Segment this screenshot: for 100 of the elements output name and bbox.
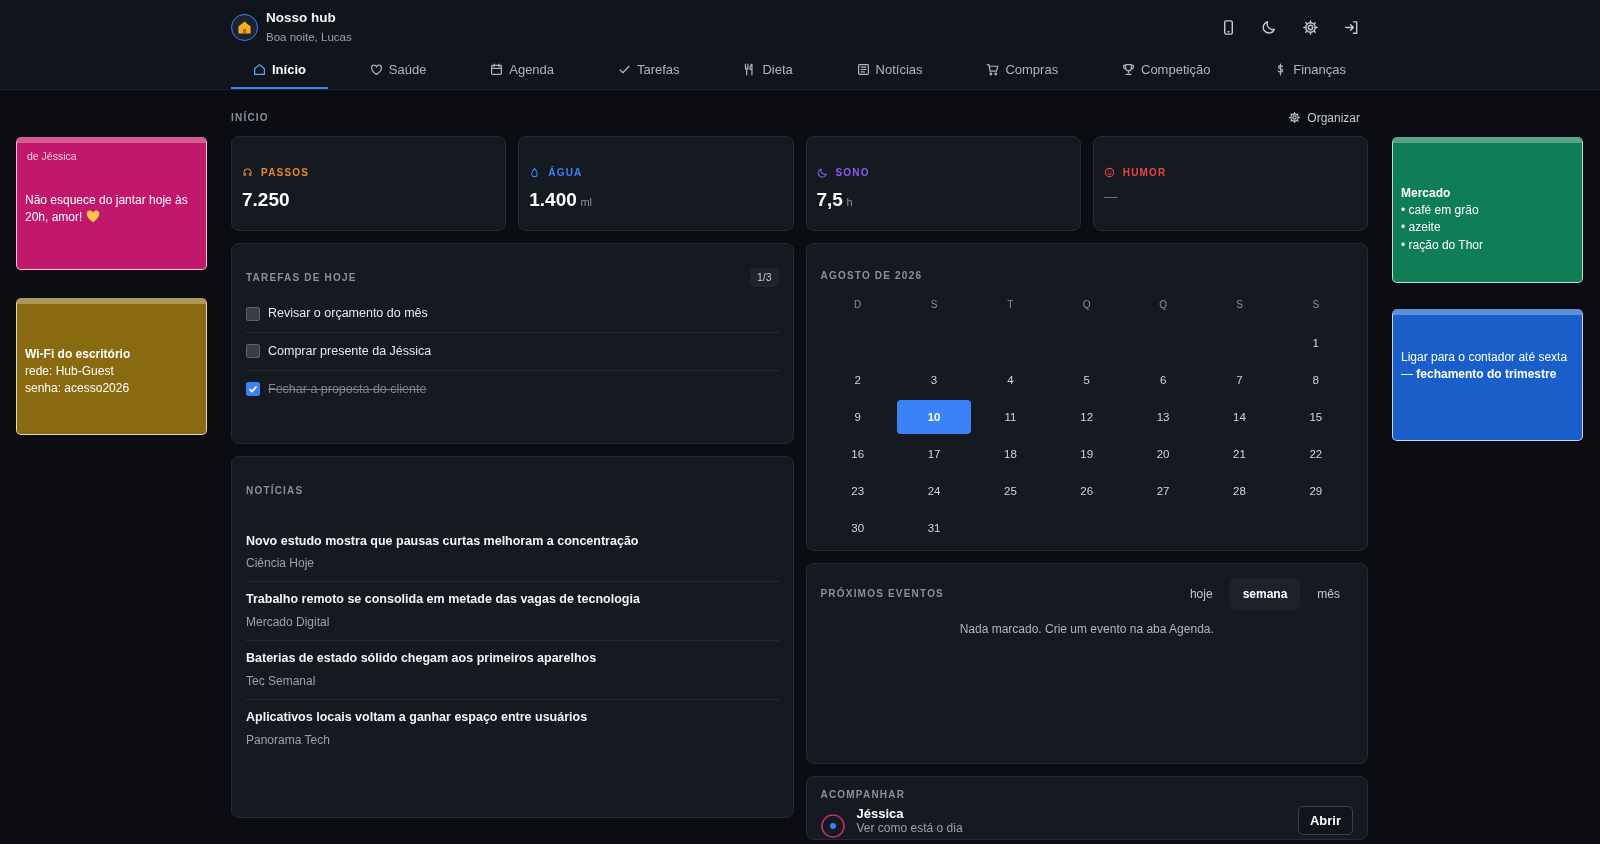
calendar-day[interactable]: 23 [820, 473, 895, 508]
note-text: Não esquece do jantar hoje às 20h, amor! [25, 191, 189, 227]
calendar-day[interactable]: 19 [1049, 436, 1124, 471]
stat-unit: ml [580, 195, 593, 208]
calendar-day[interactable]: 22 [1278, 436, 1353, 471]
news-headline[interactable]: Baterias de estado sólido chegam aos primeiros aparelhos [246, 649, 779, 668]
checkbox[interactable] [246, 344, 260, 359]
news-source: Panorama Tech [246, 731, 331, 749]
stat-label: HUMOR [1122, 165, 1167, 180]
calendar-day[interactable]: 7 [1202, 362, 1277, 397]
stat-unit: h [846, 195, 853, 208]
cart-icon [986, 63, 1000, 77]
nav-tab[interactable]: Competição [1100, 54, 1233, 89]
open-button[interactable]: Abrir [1297, 805, 1353, 835]
settings-icon [1302, 18, 1319, 36]
checkbox[interactable] [246, 382, 260, 397]
calendar-day[interactable]: 5 [1049, 362, 1124, 397]
news-source: Ciência Hoje [246, 555, 316, 573]
calendar-day[interactable]: 25 [973, 473, 1048, 508]
settings-icon [1288, 111, 1302, 124]
calendar-day[interactable]: 28 [1202, 473, 1277, 508]
calendar-day[interactable]: 29 [1278, 473, 1353, 508]
calendar-day[interactable]: 15 [1278, 399, 1353, 434]
trophy-icon [1122, 63, 1135, 77]
filter-tab[interactable]: semana [1229, 577, 1301, 610]
drop-icon [529, 166, 541, 178]
heart-icon [369, 63, 383, 77]
card-title: ACOMPANHAR [820, 787, 907, 802]
stat-value: 1.400 [529, 188, 577, 210]
checkbox[interactable] [246, 306, 260, 321]
calendar-day[interactable]: 13 [1125, 399, 1201, 434]
weekday-label: Q [1158, 297, 1168, 312]
calendar-day[interactable]: 26 [1049, 473, 1124, 508]
calendar-day[interactable]: 20 [1125, 436, 1201, 471]
weekday-label: D [853, 297, 863, 312]
nav-tab[interactable]: Agenda [468, 54, 577, 89]
calendar-day[interactable]: 9 [820, 399, 895, 434]
card-title: PRÓXIMOS EVENTOS [820, 586, 944, 601]
calendar-day[interactable]: 1 [1278, 325, 1353, 360]
filter-tab[interactable]: hoje [1176, 577, 1226, 610]
task-count: 1/3 [749, 267, 779, 288]
calendar-day[interactable]: 27 [1125, 473, 1201, 508]
note-text: • ração do Thor [1401, 236, 1485, 254]
note-title: Mercado [1401, 184, 1452, 202]
nav-tab[interactable]: Compras [964, 54, 1081, 89]
avatar-icon [820, 813, 845, 838]
calendar-day[interactable]: 4 [973, 362, 1048, 397]
calendar-day[interactable]: 18 [973, 436, 1048, 471]
calendar-day[interactable]: 14 [1202, 399, 1277, 434]
calendar-day[interactable]: 3 [896, 362, 972, 397]
calendar-day[interactable]: 8 [1278, 362, 1353, 397]
newspaper-icon [856, 63, 870, 77]
nav-tab[interactable]: Finanças [1252, 54, 1368, 89]
weekday-label: S [1311, 297, 1321, 312]
nav-tab[interactable]: Saúde [347, 54, 449, 89]
task-label: Fechar a proposta do cliente [268, 380, 427, 398]
news-source: Mercado Digital [246, 614, 331, 631]
nav-tab[interactable]: Início [231, 54, 328, 89]
weekday-label: Q [1081, 297, 1092, 312]
calendar-day[interactable]: 6 [1125, 362, 1201, 397]
stat-label: ÁGUA [548, 165, 583, 180]
calendar-day[interactable]: 30 [820, 510, 895, 545]
note-text: senha: acesso2026 [25, 380, 131, 398]
calendar-day[interactable]: 21 [1202, 436, 1277, 471]
nav-tab[interactable]: Dieta [721, 54, 815, 89]
person-status: Ver como está o dia [856, 821, 963, 836]
calendar-day[interactable]: 17 [896, 436, 972, 471]
empty-message: Nada marcado. Crie um evento na aba Agenda. [958, 620, 1215, 638]
calendar-title: AGOSTO DE 2026 [820, 268, 924, 283]
news-headline[interactable]: Trabalho remoto se consolida em metade das vagas de tecnologia [246, 590, 779, 609]
page-title: INÍCIO [231, 110, 269, 125]
calendar-day[interactable]: 10 [896, 399, 972, 434]
calendar-day[interactable]: 12 [1049, 399, 1124, 434]
weekday-label: S [929, 297, 939, 312]
filter-tab[interactable]: mês [1304, 577, 1353, 610]
news-headline[interactable]: Novo estudo mostra que pausas curtas melhoram a concentração [246, 531, 779, 551]
card-title: NOTÍCIAS [246, 483, 305, 498]
calendar-day[interactable]: 11 [973, 399, 1048, 434]
calendar-day[interactable]: 16 [820, 436, 895, 471]
greeting-text: Boa noite, Lucas [266, 29, 352, 45]
nav-tab[interactable]: Notícias [834, 54, 945, 89]
task-label: Comprar presente da Jéssica [268, 343, 432, 360]
stat-value: 7.250 [242, 188, 290, 210]
note-author: de Jéssica [27, 148, 78, 164]
home-icon [253, 63, 266, 77]
calendar-icon [490, 63, 504, 77]
logo-icon [231, 13, 258, 41]
stat-label: SONO [835, 165, 870, 180]
news-headline[interactable]: Aplicativos locais voltam a ganhar espaço entre usuários [246, 707, 779, 727]
person-name: Jéssica [856, 805, 905, 822]
weekday-label: S [1235, 297, 1244, 312]
stat-label: PASSOS [261, 165, 310, 180]
nav-tab[interactable]: Tarefas [595, 54, 702, 89]
calendar-day[interactable]: 2 [820, 362, 895, 397]
smiley-icon [1103, 166, 1115, 178]
calendar-day[interactable]: 24 [896, 473, 972, 508]
organize-button[interactable]: Organizar [1288, 108, 1360, 127]
note-text: • café em grão [1401, 201, 1480, 219]
calendar-day[interactable]: 31 [896, 510, 972, 545]
stat-value: 7,5 [816, 188, 843, 210]
